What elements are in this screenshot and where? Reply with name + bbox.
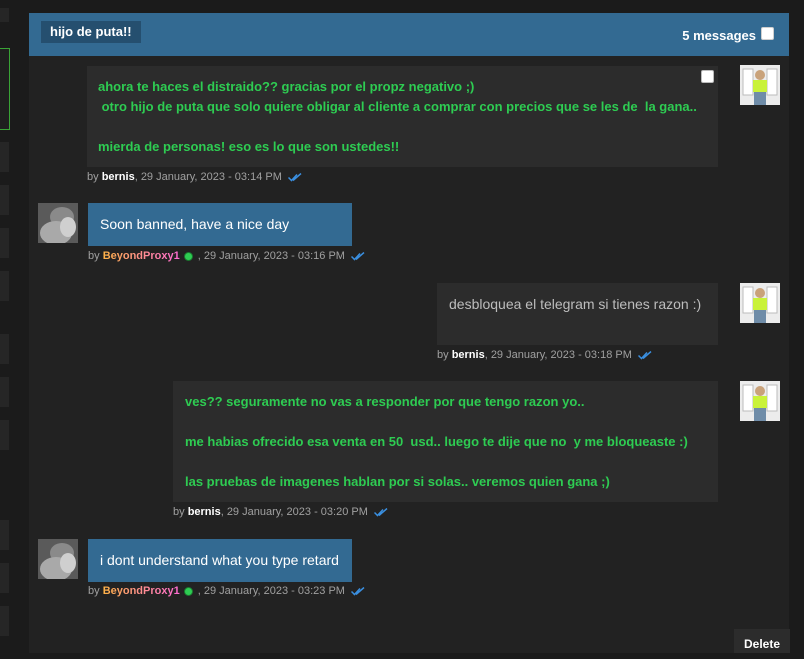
message-bubble: desbloquea el telegram si tienes razon :… [437, 283, 718, 345]
message-meta: by BeyondProxy1 , 29 January, 2023 - 03:… [88, 585, 365, 597]
author-link[interactable]: bernis [452, 349, 485, 361]
sidebar-segment [0, 606, 9, 636]
message-line [185, 412, 706, 432]
author-link[interactable]: bernis [188, 506, 221, 518]
delete-button[interactable]: Delete [734, 629, 790, 653]
sidebar-active-segment [0, 48, 10, 130]
message-timestamp: , 29 January, 2023 - 03:20 PM [220, 506, 368, 518]
meta-prefix: by [88, 585, 103, 597]
sidebar-segment [0, 563, 9, 593]
message-bubble: ves?? seguramente no vas a responder por… [173, 381, 718, 502]
sidebar-segment [0, 334, 9, 364]
conversation-header: hijo de puta!! 5 messages [29, 13, 789, 56]
avatar-image [38, 539, 78, 579]
avatar[interactable] [740, 65, 780, 105]
double-check-icon [351, 586, 365, 596]
meta-prefix: by [437, 349, 452, 361]
avatar[interactable] [740, 283, 780, 323]
sidebar-segment [0, 8, 9, 22]
message-meta: by BeyondProxy1 , 29 January, 2023 - 03:… [88, 250, 365, 262]
message-line: ves?? seguramente no vas a responder por… [185, 394, 585, 409]
select-all-checkbox[interactable] [761, 27, 774, 40]
author-link[interactable]: bernis [102, 171, 135, 183]
message-line: mierda de personas! eso es lo que son us… [98, 139, 400, 154]
message-select-checkbox[interactable] [701, 70, 714, 83]
sidebar-segment [0, 377, 9, 407]
message-line: las pruebas de imagenes hablan por si so… [185, 474, 610, 489]
message-timestamp: , 29 January, 2023 - 03:18 PM [484, 349, 632, 361]
sidebar-segment [0, 271, 9, 301]
double-check-icon [351, 251, 365, 261]
sidebar-segment [0, 420, 9, 450]
message-bubble: i dont understand what you type retard [88, 539, 352, 582]
message-line: otro hijo de puta que solo quiere obliga… [98, 99, 697, 114]
message-line: me habias ofrecido esa venta en 50 usd..… [185, 434, 688, 449]
message-meta: by bernis, 29 January, 2023 - 03:18 PM [437, 349, 652, 361]
meta-prefix: by [87, 171, 102, 183]
message-line: ahora te haces el distraido?? gracias po… [98, 79, 475, 94]
author-link[interactable]: BeyondProxy1 [103, 250, 180, 262]
message-bubble: ahora te haces el distraido?? gracias po… [87, 66, 718, 167]
avatar-image [740, 65, 780, 105]
conversation-title: hijo de puta!! [41, 21, 141, 43]
double-check-icon [637, 350, 652, 360]
avatar-image [38, 203, 78, 243]
message-text: i dont understand what you type retard [100, 552, 339, 568]
double-check-icon [373, 507, 388, 517]
double-check-icon [287, 172, 302, 182]
message-line [98, 117, 707, 137]
left-sidebar-edge [0, 0, 10, 649]
message-text: Soon banned, have a nice day [100, 216, 290, 232]
author-link[interactable]: BeyondProxy1 [103, 585, 180, 597]
message-text: desbloquea el telegram si tienes razon :… [449, 296, 702, 312]
message-meta: by bernis, 29 January, 2023 - 03:20 PM [173, 506, 388, 518]
message-line [185, 452, 706, 472]
meta-prefix: by [88, 250, 103, 262]
message-timestamp: , 29 January, 2023 - 03:16 PM [194, 250, 345, 262]
meta-prefix: by [173, 506, 188, 518]
sidebar-segment [0, 228, 9, 258]
message-count: 5 messages [682, 28, 756, 43]
avatar-image [740, 283, 780, 323]
message-timestamp: , 29 January, 2023 - 03:14 PM [134, 171, 282, 183]
message-text: ves?? seguramente no vas a responder por… [185, 392, 706, 492]
online-dot-icon [184, 587, 192, 595]
sidebar-segment [0, 520, 9, 550]
avatar[interactable] [38, 203, 78, 243]
avatar[interactable] [38, 539, 78, 579]
message-meta: by bernis, 29 January, 2023 - 03:14 PM [87, 171, 302, 183]
message-timestamp: , 29 January, 2023 - 03:23 PM [194, 585, 345, 597]
message-bubble: Soon banned, have a nice day [88, 203, 352, 246]
avatar-image [740, 381, 780, 421]
sidebar-segment [0, 185, 9, 215]
avatar[interactable] [740, 381, 780, 421]
sidebar-segment [0, 142, 9, 172]
online-dot-icon [184, 252, 192, 260]
message-text: ahora te haces el distraido?? gracias po… [98, 77, 707, 157]
